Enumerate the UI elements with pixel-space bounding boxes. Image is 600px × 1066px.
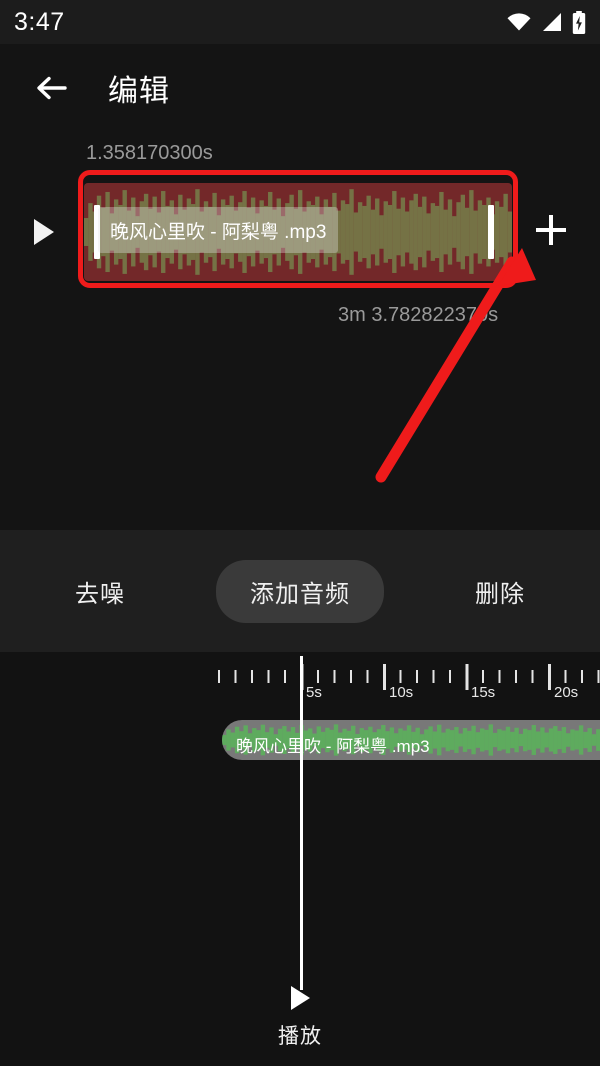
page-title: 编辑 [108, 75, 170, 108]
add-audio-plus-button[interactable] [520, 199, 582, 261]
arrow-left-icon [34, 71, 68, 105]
cellular-signal-icon [541, 12, 563, 32]
plus-icon [531, 210, 571, 250]
audio-editor-screen: 3:47 编辑 1.358170300s 晚风心里吹 - 阿梨粤 .mp3 3m… [0, 0, 600, 1066]
app-bar: 编辑 [0, 44, 600, 132]
status-bar: 3:47 [0, 0, 600, 44]
playhead[interactable] [300, 656, 303, 990]
waveform-panel[interactable]: 晚风心里吹 - 阿梨粤 .mp3 [84, 183, 512, 281]
ruler-label-10s: 10s [389, 684, 414, 701]
tool-delete-label: 删除 [475, 580, 525, 608]
tool-add-audio-label: 添加音频 [216, 559, 384, 623]
waveform-row: 晚风心里吹 - 阿梨粤 .mp3 [0, 177, 600, 287]
selection-start-time: 1.358170300s [86, 142, 213, 164]
play-icon [290, 986, 310, 1010]
tool-add-audio[interactable]: 添加音频 [200, 559, 400, 623]
selection-handle-right[interactable] [488, 205, 494, 259]
timeline-play-label: 播放 [278, 1025, 322, 1048]
status-clock: 3:47 [14, 7, 65, 36]
battery-charging-icon [572, 10, 586, 34]
selection-end-time: 3m 3.782822370s [338, 304, 499, 326]
timeline-play-button[interactable]: 播放 [0, 986, 600, 1050]
tool-denoise-label: 去噪 [75, 580, 125, 608]
waveform-play-button[interactable] [16, 202, 72, 262]
timeline-clip-label: 晚风心里吹 - 阿梨粤 .mp3 [236, 737, 430, 756]
ruler-label-5s: 5s [306, 684, 322, 701]
selection-handle-left[interactable] [94, 205, 100, 259]
status-icon-group [506, 10, 586, 34]
ruler-label-20s: 20s [554, 684, 579, 701]
back-button[interactable] [22, 59, 80, 117]
tool-delete[interactable]: 删除 [400, 560, 600, 623]
timeline-panel: 5s 10s 15s 20s 晚风心里吹 - 阿梨粤 .mp3 播放 [0, 652, 600, 1066]
timeline-clip[interactable]: 晚风心里吹 - 阿梨粤 .mp3 [222, 720, 600, 760]
tool-denoise[interactable]: 去噪 [0, 560, 200, 623]
ruler-label-15s: 15s [471, 684, 496, 701]
editor-stage: 1.358170300s 晚风心里吹 - 阿梨粤 .mp3 3m 3.78282… [0, 132, 600, 530]
play-icon [34, 219, 54, 245]
tool-bar: 去噪 添加音频 删除 [0, 530, 600, 652]
wifi-icon [506, 12, 532, 32]
waveform-graph [84, 189, 512, 275]
